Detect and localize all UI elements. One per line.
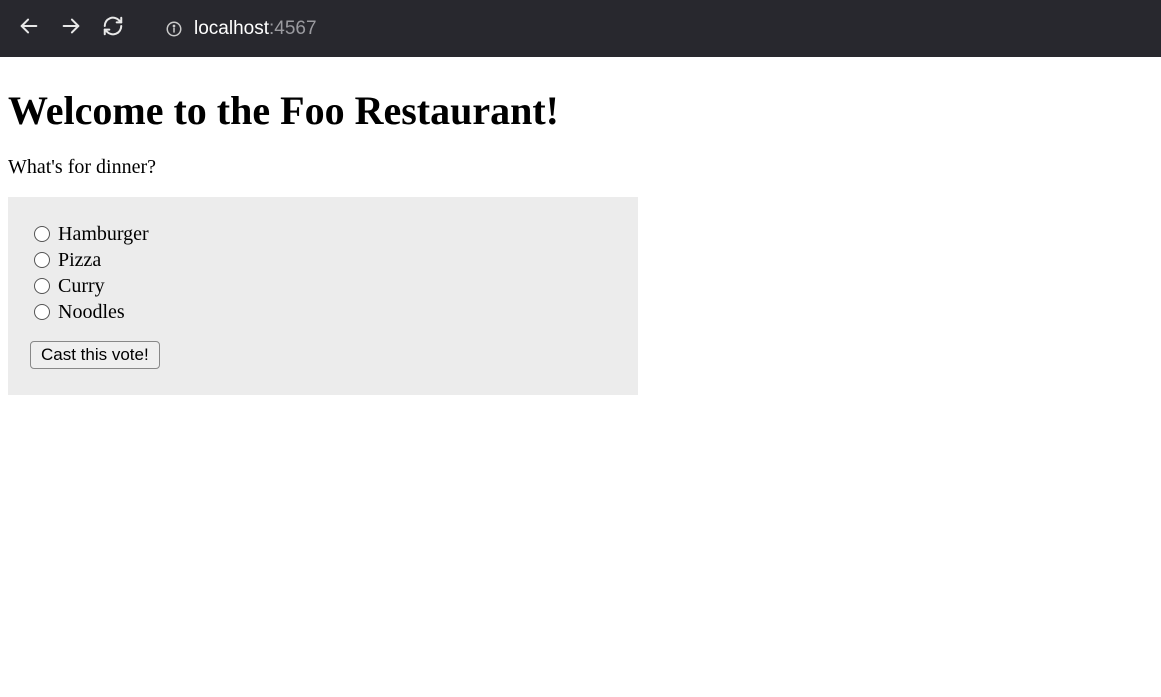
reload-button[interactable] xyxy=(94,10,132,48)
page-content: Welcome to the Foo Restaurant! What's fo… xyxy=(0,57,1161,403)
cast-vote-button[interactable]: Cast this vote! xyxy=(30,341,160,369)
page-title: Welcome to the Foo Restaurant! xyxy=(8,87,1153,134)
option-label: Curry xyxy=(58,273,105,299)
reload-icon xyxy=(102,15,124,42)
option-label: Pizza xyxy=(58,247,101,273)
option-label: Hamburger xyxy=(58,221,149,247)
option-row[interactable]: Noodles xyxy=(34,299,616,325)
option-row[interactable]: Hamburger xyxy=(34,221,616,247)
vote-form: Hamburger Pizza Curry Noodles Cast this … xyxy=(8,197,638,395)
radio-hamburger[interactable] xyxy=(34,226,50,242)
info-icon xyxy=(164,19,184,39)
browser-toolbar: localhost:4567 xyxy=(0,0,1161,57)
arrow-right-icon xyxy=(60,15,82,42)
arrow-left-icon xyxy=(18,15,40,42)
url-port: :4567 xyxy=(269,18,317,39)
forward-button[interactable] xyxy=(52,10,90,48)
option-row[interactable]: Curry xyxy=(34,273,616,299)
radio-curry[interactable] xyxy=(34,278,50,294)
url-text: localhost:4567 xyxy=(194,18,317,40)
poll-question: What's for dinner? xyxy=(8,156,1153,179)
url-host: localhost xyxy=(194,18,269,39)
radio-pizza[interactable] xyxy=(34,252,50,268)
radio-noodles[interactable] xyxy=(34,304,50,320)
address-bar[interactable]: localhost:4567 xyxy=(152,10,1112,48)
option-label: Noodles xyxy=(58,299,125,325)
back-button[interactable] xyxy=(10,10,48,48)
option-row[interactable]: Pizza xyxy=(34,247,616,273)
